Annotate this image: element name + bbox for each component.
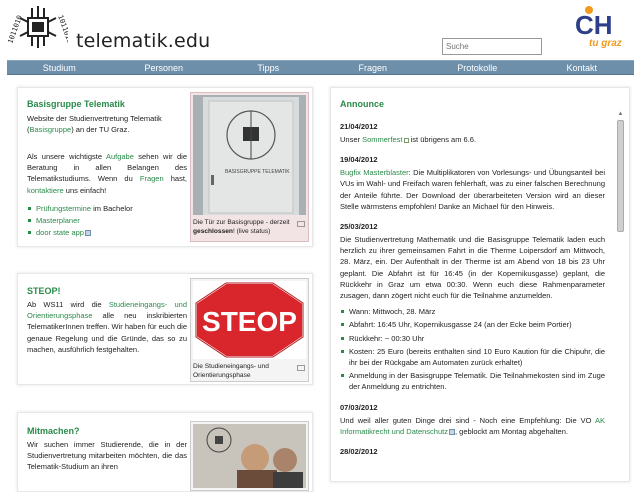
list-item: Masterplaner [27, 215, 187, 227]
kontaktiere-link[interactable]: kontaktiere [27, 186, 64, 195]
announce-scrollbar[interactable]: ▲ [616, 110, 625, 480]
door-sign-text: BASISGRUPPE TELEMATIK [225, 169, 290, 175]
mitmachen-photo[interactable] [193, 424, 306, 488]
scroll-thumb[interactable] [617, 120, 624, 232]
bugfix-masterblaster-link[interactable]: Bugfix Masterblaster [340, 168, 409, 177]
therme-details: Wann: Mittwoch, 28. März Abfahrt: 16:45 … [340, 306, 605, 392]
pruefungstermine-link[interactable]: Prüfungstermine [36, 204, 91, 213]
basisgruppe-aufgabe: Als unsere wichtigste Aufgabe sehen wir … [27, 151, 187, 196]
list-item: Prüfungstermine im Bachelor [27, 203, 187, 215]
mitmachen-image-frame [190, 421, 309, 491]
announce-heading: Announce [340, 99, 384, 109]
search-input[interactable] [442, 38, 542, 55]
ch-logo-text: CH [575, 10, 613, 40]
announce-list: 21/04/2012 Unser Sommerfest ist übrigens… [340, 112, 605, 457]
masterplaner-link[interactable]: Masterplaner [36, 216, 80, 225]
scroll-up-icon[interactable]: ▲ [616, 110, 625, 118]
door-state-app-link[interactable]: door state app [36, 228, 84, 237]
door-image-frame: BASISGRUPPE TELEMATIK Die Tür zur Basisg… [190, 92, 309, 242]
steop-text-a: Ab WS11 wird die [27, 300, 109, 309]
nav-item-studium[interactable]: Studium [7, 61, 112, 74]
list-item: Anmeldung in der Basisgruppe Telematik. … [340, 370, 605, 392]
steop-box: STEOP! Ab WS11 wird die Studieneingangs-… [17, 273, 313, 385]
door-image-caption: Die Tür zur Basisgruppe - derzeit geschl… [193, 219, 297, 236]
nav-item-kontakt[interactable]: Kontakt [530, 61, 635, 74]
steop-text: Ab WS11 wird die Studieneingangs- und Or… [27, 299, 187, 355]
entry0-b: ist übrigens am 6.6. [408, 135, 477, 144]
enlarge-icon[interactable] [297, 365, 305, 371]
announce-box: Announce 21/04/2012 Unser Sommerfest ist… [330, 87, 630, 482]
nav-item-personen[interactable]: Personen [112, 61, 217, 74]
announce-text: Die Studienvertretung Mathematik und die… [340, 235, 605, 301]
ch-tugraz-logo[interactable]: CH tu graz [571, 4, 633, 50]
intro-text-b: ) an der TU Graz. [71, 125, 130, 135]
steop-sign-text: STEOP [202, 306, 297, 337]
main-nav: Studium Personen Tipps Fragen Protokolle… [7, 60, 634, 75]
basisgruppe-intro: Website der Studienvertretung Telematik … [27, 113, 187, 135]
nav-item-tipps[interactable]: Tipps [216, 61, 321, 74]
steop-sign-image[interactable]: STEOP [193, 281, 306, 359]
announce-date: 07/03/2012 [340, 402, 378, 412]
aufgabe-link[interactable]: Aufgabe [106, 152, 134, 161]
list-item: Rückkehr: ~ 00:30 Uhr [340, 333, 605, 344]
basisgruppe-box: Basisgruppe Telematik Website der Studie… [17, 87, 313, 247]
enlarge-icon[interactable] [297, 221, 305, 227]
announce-text: Und weil aller guten Dinge drei sind - N… [340, 415, 605, 437]
door-photo[interactable]: BASISGRUPPE TELEMATIK [193, 95, 306, 215]
basisgruppe-links: Prüfungstermine im Bachelor Masterplaner… [27, 203, 187, 239]
announce-date: 19/04/2012 [340, 155, 378, 165]
nav-item-protokolle[interactable]: Protokolle [425, 61, 530, 74]
announce-text: Unser Sommerfest ist übrigens am 6.6. [340, 134, 605, 145]
steop-caption: Die Studieneingangs- und Orientierungsph… [193, 363, 269, 379]
list-item: door state app [27, 227, 187, 239]
announce-date: 21/04/2012 [340, 122, 378, 131]
entry0-a: Unser [340, 135, 363, 144]
caption-status: geschlossen [193, 227, 233, 235]
basisgruppe-link[interactable]: Basisgruppe [30, 125, 72, 134]
ch-logo-sub: tu graz [589, 38, 622, 49]
entry4-a: Und weil aller guten Dinge drei sind - N… [340, 415, 595, 425]
circuit-logo[interactable]: 1011010 1011010 [8, 4, 68, 56]
list-item: Kosten: 25 Euro (bereits enthalten sind … [340, 346, 605, 368]
steop-heading: STEOP! [27, 286, 61, 296]
aufgabe-text-d: uns einfach! [63, 185, 107, 195]
pruefungstermine-suffix: im Bachelor [91, 204, 133, 213]
steop-image-frame: STEOP Die Studieneingangs- und Orientier… [190, 278, 309, 382]
site-title[interactable]: telematik.edu [76, 30, 210, 52]
announce-text: Bugfix Masterblaster: Die Multiplikatore… [340, 167, 605, 212]
list-item: Abfahrt: 16:45 Uhr, Kopernikusgasse 24 (… [340, 319, 605, 330]
mitmachen-heading: Mitmachen? [27, 426, 80, 436]
logo-binary-left: 1011010 [8, 14, 24, 44]
caption-b: ! (live status) [232, 227, 271, 235]
announce-date: 25/03/2012 [340, 222, 378, 232]
nav-item-fragen[interactable]: Fragen [321, 61, 426, 74]
logo-binary-right: 1011010 [56, 14, 68, 44]
announce-date: 28/02/2012 [340, 447, 378, 457]
caption-a: Die Tür zur Basisgruppe - derzeit [193, 219, 290, 226]
aufgabe-text-c: hast, [163, 174, 187, 184]
mitmachen-text: Wir suchen immer Studierende, die in der… [27, 440, 187, 472]
aufgabe-text-a: Als unsere wichtigste [27, 152, 106, 161]
mitmachen-box: Mitmachen? Wir suchen immer Studierende,… [17, 412, 313, 492]
basisgruppe-heading: Basisgruppe Telematik [27, 99, 125, 109]
entry4-b: , geblockt am Montag abgehalten. [454, 426, 568, 436]
fragen-link[interactable]: Fragen [140, 174, 164, 183]
lock-icon [84, 230, 91, 237]
sommerfest-link[interactable]: Sommerfest [362, 135, 402, 144]
list-item: Wann: Mittwoch, 28. März [340, 306, 605, 317]
